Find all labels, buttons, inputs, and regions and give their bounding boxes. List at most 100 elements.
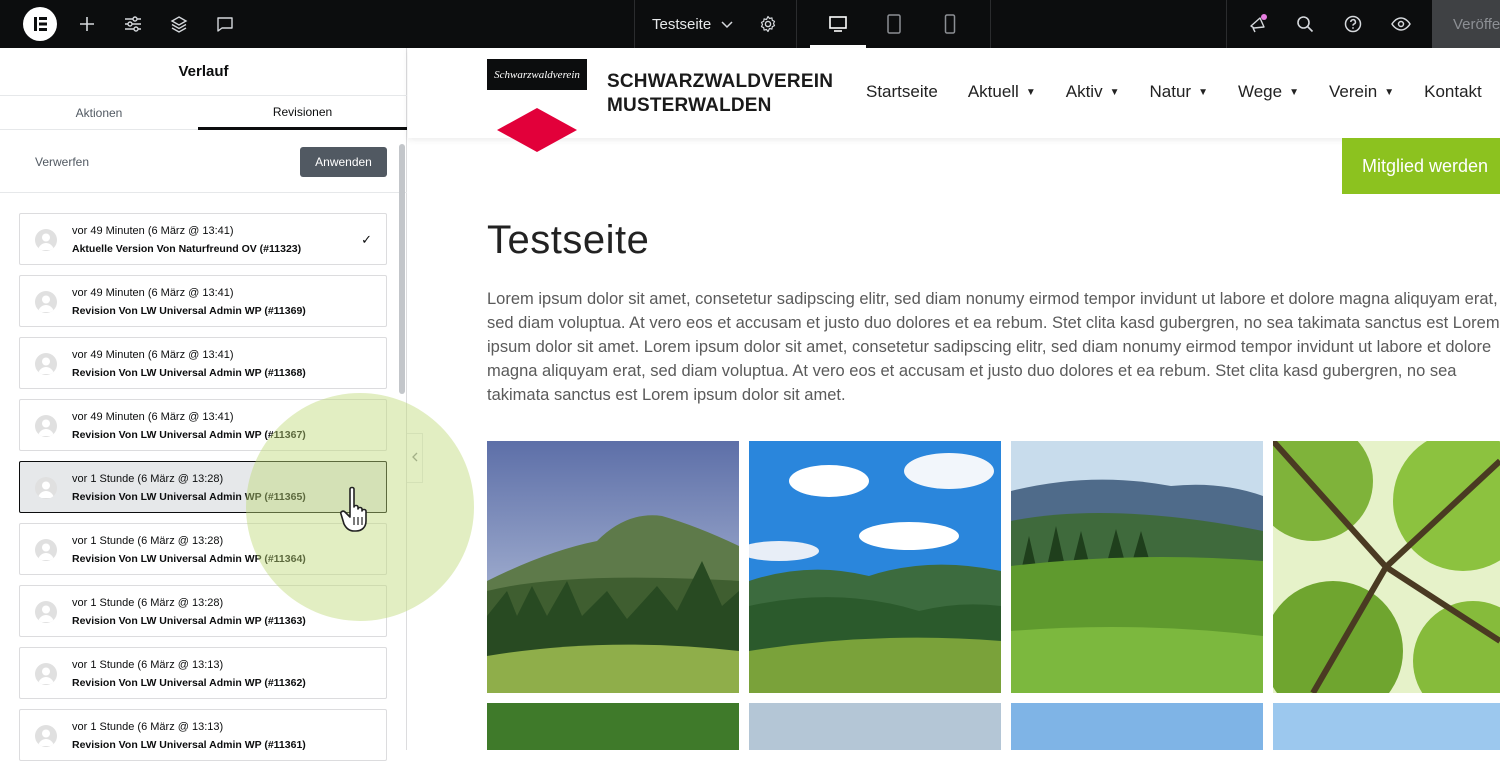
revision-author: Revision Von LW Universal Admin WP (#113… [72,491,306,503]
revision-time: vor 1 Stunde (6 März @ 13:13) [72,721,224,733]
caret-down-icon: ▼ [1384,86,1395,98]
preview-eye-icon[interactable] [1389,0,1413,48]
revision-actions-bar: Verwerfen Anwenden [0,131,407,193]
gallery-photo-clouds[interactable] [1273,703,1500,750]
revision-author: Revision Von LW Universal Admin WP (#113… [72,615,306,627]
revision-item[interactable]: vor 1 Stunde (6 März @ 13:13) Revision Vo… [19,709,387,761]
site-nav: Startseite Aktuell ▼ Aktiv ▼ Natur ▼ Wege ▼ … [866,82,1500,102]
nav-label: Aktiv [1065,82,1103,101]
caret-down-icon: ▼ [1109,86,1120,98]
avatar [35,539,57,561]
site-name-line2: MUSTERWALDEN [607,95,772,116]
nav-label: Aktuell [967,82,1019,101]
nav-label: Natur [1149,82,1192,101]
collapse-panel-button[interactable] [407,433,423,483]
editor-topbar: Testseite Veröffentlichen [0,0,1500,48]
discard-button[interactable]: Verwerfen [35,131,89,193]
gallery-photo-blue-sky-hills[interactable] [749,441,1001,693]
apply-button[interactable]: Anwenden [300,147,387,177]
chevron-left-icon [411,452,418,465]
revision-item[interactable]: vor 1 Stunde (6 März @ 13:28) Revision Vo… [19,523,387,575]
nav-natur[interactable]: Natur ▼ [1150,82,1208,102]
chevron-down-icon [721,16,733,33]
revision-time: vor 1 Stunde (6 März @ 13:28) [72,473,224,485]
revision-item[interactable]: vor 1 Stunde (6 März @ 13:28) Revision Vo… [19,461,387,513]
revision-author: Revision Von LW Universal Admin WP (#113… [72,739,306,751]
revision-author: Revision Von LW Universal Admin WP (#113… [72,429,306,441]
mobile-view-icon[interactable] [938,0,962,48]
revision-item[interactable]: vor 49 Minuten (6 März @ 13:41) Revision … [19,399,387,451]
page-name-dropdown[interactable]: Testseite [652,0,733,48]
structure-layers-icon[interactable] [167,0,191,48]
divider [634,0,635,48]
avatar [35,663,57,685]
search-icon[interactable] [1293,0,1317,48]
help-icon[interactable] [1341,0,1365,48]
panel-title: Verlauf [0,48,407,96]
revision-item[interactable]: vor 49 Minuten (6 März @ 13:41) Revision … [19,337,387,389]
revision-item[interactable]: vor 1 Stunde (6 März @ 13:28) Revision Vo… [19,585,387,637]
gallery-photo-sky-grass[interactable] [749,703,1001,750]
divider [1226,0,1227,48]
gallery-photo-mountain-valley[interactable] [487,441,739,693]
current-version-check-icon: ✓ [361,232,372,247]
avatar [35,229,57,251]
nav-startseite[interactable]: Startseite [866,82,938,102]
tab-actions[interactable]: Aktionen [0,96,198,130]
site-logo[interactable]: Schwarzwaldverein [487,59,587,90]
nav-verein[interactable]: Verein ▼ [1329,82,1394,102]
caret-down-icon: ▼ [1289,86,1299,98]
site-name-line1: SCHWARZWALDVEREIN [607,71,834,92]
tab-revisions[interactable]: Revisionen [198,96,407,130]
hand-pointer-cursor-icon [338,485,384,542]
caret-down-icon: ▼ [1025,86,1036,98]
revision-item[interactable]: vor 1 Stunde (6 März @ 13:13) Revision Vo… [19,647,387,699]
revision-item[interactable]: vor 49 Minuten (6 März @ 13:41) Aktuelle … [19,213,387,265]
nav-label: Kontakt [1424,82,1482,101]
site-logo-diamond [497,108,577,152]
page-settings-gear-icon[interactable] [756,0,780,48]
nav-wege[interactable]: Wege ▼ [1238,82,1299,102]
site-name[interactable]: SCHWARZWALDVEREIN MUSTERWALDEN [607,70,833,118]
history-tabs: Aktionen Revisionen [0,96,407,130]
revision-author: Aktuelle Version Von Naturfreund OV (#11… [72,243,302,255]
gallery-photo-meadow-trees[interactable] [1011,441,1263,693]
whats-new-megaphone-icon[interactable] [1246,0,1270,48]
divider [990,0,991,48]
tablet-view-icon[interactable] [882,0,906,48]
become-member-button[interactable]: Mitglied werden [1342,138,1500,194]
revision-time: vor 1 Stunde (6 März @ 13:13) [72,659,224,671]
notes-chat-icon[interactable] [213,0,237,48]
nav-label: Wege [1237,82,1283,101]
history-panel: Verlauf Aktionen Revisionen Verwerfen An… [0,48,407,761]
nav-aktuell[interactable]: Aktuell ▼ [968,82,1036,102]
avatar [35,353,57,375]
page-name-label: Testseite [652,15,712,33]
panel-scrollbar[interactable] [399,144,405,394]
nav-label: Startseite [866,82,938,101]
avatar [35,601,57,623]
revision-time: vor 1 Stunde (6 März @ 13:28) [72,535,224,547]
page-title: Testseite [487,218,650,262]
revision-time: vor 49 Minuten (6 März @ 13:41) [72,225,234,237]
nav-aktiv[interactable]: Aktiv ▼ [1066,82,1120,102]
gallery-photo-forest-canopy[interactable] [1273,441,1500,693]
revision-author: Revision Von LW Universal Admin WP (#113… [72,553,306,565]
publish-button[interactable]: Veröffentlichen [1432,0,1500,48]
divider [796,0,797,48]
nav-label: Verein [1329,82,1378,101]
avatar [35,477,57,499]
revision-author: Revision Von LW Universal Admin WP (#113… [72,367,306,379]
revision-item[interactable]: vor 49 Minuten (6 März @ 13:41) Revision … [19,275,387,327]
revision-author: Revision Von LW Universal Admin WP (#113… [72,677,306,689]
revision-author: Revision Von LW Universal Admin WP (#113… [72,305,306,317]
gallery-photo-green-forest[interactable] [487,703,739,750]
revision-time: vor 1 Stunde (6 März @ 13:28) [72,597,224,609]
elementor-logo-icon[interactable] [23,7,57,41]
site-settings-icon[interactable] [121,0,145,48]
nav-kontakt[interactable]: Kontakt [1424,82,1482,102]
desktop-view-icon[interactable] [826,0,850,48]
add-element-icon[interactable] [75,0,99,48]
revision-time: vor 49 Minuten (6 März @ 13:41) [72,287,234,299]
gallery-photo-sky-clouds[interactable] [1011,703,1263,750]
